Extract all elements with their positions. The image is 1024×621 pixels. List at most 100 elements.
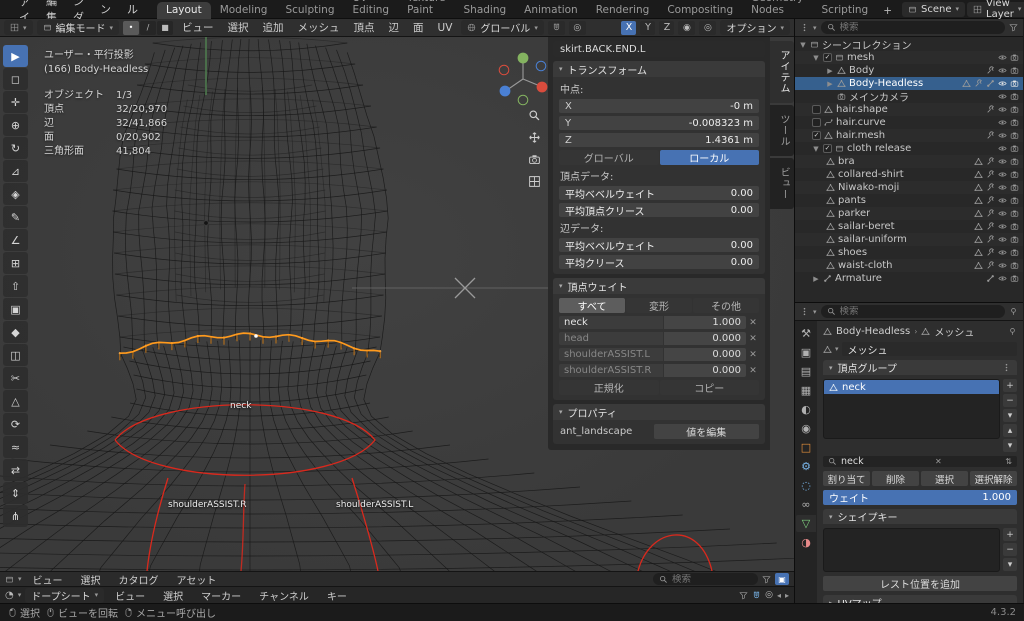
weight-group-name[interactable]: neck: [559, 316, 663, 329]
specials-icon[interactable]: [1002, 363, 1011, 372]
menu-vertex[interactable]: 頂点: [349, 19, 380, 36]
active-element-field[interactable]: skirt.BACK.END.L: [553, 41, 765, 57]
hide-eye-icon[interactable]: [998, 235, 1007, 244]
tab-animation[interactable]: Animation: [515, 2, 587, 19]
pin-icon[interactable]: [1008, 327, 1017, 336]
tool-rotate[interactable]: ↻: [3, 137, 28, 159]
hide-eye-icon[interactable]: [998, 144, 1007, 153]
prop-tab-output[interactable]: ▤: [796, 363, 816, 380]
hide-eye-icon[interactable]: [998, 274, 1007, 283]
transform-panel-header[interactable]: ▾トランスフォーム: [553, 61, 765, 77]
datablock-name-field[interactable]: メッシュ: [842, 342, 1017, 356]
gizmo-axis-y-neg[interactable]: [536, 61, 546, 71]
asset-menu-asset[interactable]: アセット: [170, 571, 224, 588]
dope-menu-select[interactable]: 選択: [156, 587, 190, 604]
menu-edge[interactable]: 辺: [384, 19, 405, 36]
hide-eye-icon[interactable]: [998, 209, 1007, 218]
tool-loop-cut[interactable]: ◫: [3, 344, 28, 366]
transform-orientation-selector[interactable]: グローバル ▾: [461, 20, 543, 35]
prop-tab-render[interactable]: ▣: [796, 344, 816, 361]
edge-select-mode-button[interactable]: /: [140, 21, 156, 35]
pan-icon[interactable]: [528, 131, 541, 144]
view-layer-selector[interactable]: View Layer ▾: [967, 2, 1024, 17]
asset-filter-icon[interactable]: [762, 575, 771, 584]
render-visibility-icon[interactable]: [1010, 261, 1019, 270]
menu-add[interactable]: 追加: [258, 19, 289, 36]
tab-compositing[interactable]: Compositing: [658, 2, 742, 19]
render-visibility-icon[interactable]: [1010, 196, 1019, 205]
outliner-row-hair-curve[interactable]: hair.curve: [795, 116, 1023, 129]
copy-button[interactable]: コピー: [660, 380, 760, 395]
tab-geometry-nodes[interactable]: Geometry Nodes: [742, 0, 812, 19]
dopesheet-mode-selector[interactable]: ドープシート ▾: [25, 588, 104, 603]
weight-slider[interactable]: ウェイト 1.000: [823, 490, 1017, 505]
delete-weight-icon[interactable]: ✕: [747, 350, 759, 360]
render-visibility-icon[interactable]: [1010, 105, 1019, 114]
outliner-search[interactable]: [821, 21, 1005, 34]
hide-eye-icon[interactable]: [998, 66, 1007, 75]
asset-menu-select[interactable]: 選択: [74, 571, 108, 588]
render-visibility-icon[interactable]: [1010, 183, 1019, 192]
outliner-row-sailar-beret[interactable]: sailar-beret: [795, 220, 1023, 233]
delete-weight-icon[interactable]: ✕: [747, 334, 759, 344]
group-specials-button[interactable]: ▾: [1003, 409, 1017, 422]
outliner-row-sailar-uniform[interactable]: sailar-uniform: [795, 233, 1023, 246]
gizmo-axis-y[interactable]: [500, 86, 511, 97]
tab-texture-paint[interactable]: Texture Paint: [398, 0, 454, 19]
asset-search-input[interactable]: [672, 574, 752, 585]
move-group-up-button[interactable]: ▴: [1003, 424, 1017, 437]
prop-tab-scene[interactable]: ◐: [796, 401, 816, 418]
outliner-row-mesh-collection[interactable]: ▼✓mesh: [795, 51, 1023, 64]
menu-select[interactable]: 選択: [223, 19, 254, 36]
hide-eye-icon[interactable]: [998, 79, 1007, 88]
navigation-gizmo[interactable]: [494, 49, 552, 107]
select-button[interactable]: 選択: [921, 471, 968, 486]
properties-search-input[interactable]: [840, 306, 920, 317]
tool-extrude-region[interactable]: ⇧: [3, 275, 28, 297]
tool-knife[interactable]: ✂: [3, 367, 28, 389]
render-visibility-icon[interactable]: [1010, 79, 1019, 88]
prop-tab-material[interactable]: ◑: [796, 534, 816, 551]
sidebar-tab-tool[interactable]: ツール: [770, 105, 794, 156]
outliner-row-pants[interactable]: pants: [795, 194, 1023, 207]
prop-tab-physics[interactable]: ◌: [796, 477, 816, 494]
weight-value[interactable]: 0.000: [664, 348, 746, 361]
vertex-group-item-neck[interactable]: neck: [824, 380, 999, 394]
asset-settings-button[interactable]: ▣: [775, 573, 789, 585]
tool-spin[interactable]: ⟳: [3, 413, 28, 435]
tool-inset-faces[interactable]: ▣: [3, 298, 28, 320]
tab-layout[interactable]: Layout: [157, 2, 211, 19]
median-z-field[interactable]: Z1.4361 m: [559, 133, 759, 147]
mirror-x-toggle[interactable]: X: [621, 21, 636, 35]
vertex-weights-panel-header[interactable]: ▾頂点ウェイト: [553, 278, 765, 294]
properties-search[interactable]: [821, 305, 1005, 318]
gizmo-axis-z[interactable]: [518, 53, 529, 64]
add-shape-key-button[interactable]: +: [1003, 528, 1017, 541]
expand-icon[interactable]: ▶: [826, 80, 834, 88]
collection-checkbox[interactable]: [812, 105, 821, 114]
mean-edge-bevel-weight-field[interactable]: 平均ベベルウェイト0.00: [559, 238, 759, 252]
prop-tab-world[interactable]: ◉: [796, 420, 816, 437]
weights-tab-deform[interactable]: 変形: [626, 298, 692, 313]
weight-group-name[interactable]: shoulderASSIST.R: [559, 364, 663, 377]
outliner-row-scene-collection[interactable]: ▼シーンコレクション: [795, 38, 1023, 51]
dope-menu-key[interactable]: キー: [320, 587, 354, 604]
outliner-row-armature[interactable]: ▶Armature: [795, 272, 1023, 285]
prop-tab-object[interactable]: □: [796, 439, 816, 456]
menu-mesh[interactable]: メッシュ: [293, 19, 345, 36]
editor-type-button[interactable]: ▾: [4, 20, 33, 35]
hide-eye-icon[interactable]: [998, 170, 1007, 179]
mirror-z-toggle[interactable]: Z: [659, 21, 674, 35]
outliner-editor-icon[interactable]: [800, 23, 809, 32]
group-filter[interactable]: ✕ ⇅: [823, 456, 1017, 467]
hide-eye-icon[interactable]: [998, 183, 1007, 192]
render-visibility-icon[interactable]: [1010, 118, 1019, 127]
delete-weight-icon[interactable]: ✕: [747, 318, 759, 328]
collection-checkbox[interactable]: ✓: [823, 53, 832, 62]
shape-keys-panel-header[interactable]: ▾シェイプキー: [823, 509, 1017, 524]
uv-maps-panel-header[interactable]: ▸UVマップ: [823, 595, 1017, 603]
render-visibility-icon[interactable]: [1010, 235, 1019, 244]
tool-tweak-select[interactable]: ▶: [3, 45, 28, 67]
remove-button[interactable]: 削除: [872, 471, 919, 486]
menu-face[interactable]: 面: [408, 19, 429, 36]
